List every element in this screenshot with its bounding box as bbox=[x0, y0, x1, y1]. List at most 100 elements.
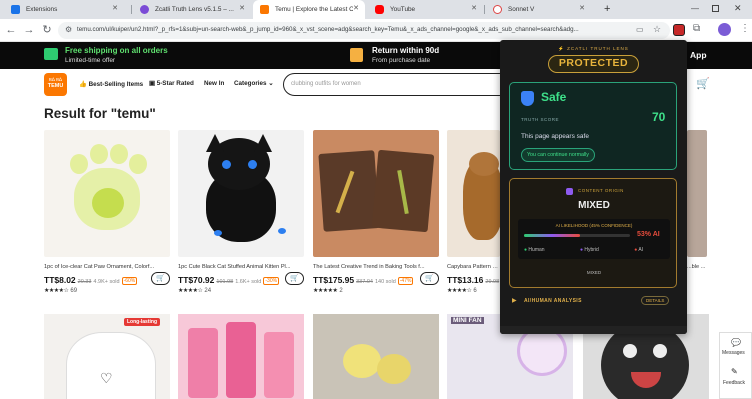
close-tab-icon[interactable]: ✕ bbox=[112, 4, 118, 12]
add-to-cart-button[interactable]: 🛒 bbox=[285, 272, 304, 285]
origin-value: MIXED bbox=[578, 200, 610, 211]
discount-badge: -47% bbox=[397, 276, 414, 285]
analysis-row[interactable]: ▶ AI/HUMAN ANALYSIS DETAILS bbox=[509, 292, 677, 310]
product-image[interactable] bbox=[178, 314, 304, 399]
new-tab-button[interactable]: + bbox=[604, 3, 610, 15]
rating: ★★★★☆ 69 bbox=[44, 288, 78, 294]
details-button[interactable]: DETAILS bbox=[641, 296, 670, 305]
safety-panel: Safe TRUTH SCORE 70 This page appears sa… bbox=[509, 82, 677, 170]
search-placeholder: clubbing outfits for women bbox=[291, 81, 361, 87]
tab-temu[interactable]: Temu | Explore the Latest Clothi... ✕ bbox=[253, 0, 365, 19]
truth-score-label: TRUTH SCORE bbox=[521, 117, 559, 122]
play-triangle-icon: ▶ bbox=[512, 298, 517, 304]
back-icon[interactable]: ← bbox=[4, 23, 18, 37]
extensions-puzzle-icon[interactable]: ⧉ bbox=[693, 23, 700, 34]
browser-toolbar: ← → ↻ ⚙ temu.com/ul/kuiper/un2.html?_p_r… bbox=[0, 19, 752, 42]
thumbs-up-icon: 👍 bbox=[79, 81, 87, 88]
product-image[interactable] bbox=[178, 130, 304, 257]
product-name[interactable]: 1pc of Ice-clear Cat Paw Ornament, Color… bbox=[44, 264, 170, 270]
ai-likelihood-label: AI LIKELIHOOD (45% CONFIDENCE) bbox=[555, 223, 633, 228]
nav-best-selling[interactable]: 👍 Best-Selling Items bbox=[79, 80, 143, 88]
product-name[interactable]: Capybara Pattern K... bbox=[447, 264, 500, 270]
ai-percent: 53% AI bbox=[637, 231, 660, 238]
tab-title: Sonnet V bbox=[508, 6, 535, 13]
feedback-icon[interactable]: ✎ bbox=[731, 367, 738, 376]
product-name[interactable]: ...ble ... bbox=[687, 264, 707, 270]
feedback-link[interactable]: Feedback bbox=[723, 380, 745, 386]
tab-sonnet[interactable]: Sonnet V ✕ bbox=[486, 0, 591, 19]
chat-bubble-icon[interactable]: 💬 bbox=[731, 338, 741, 347]
tab-title: Temu | Explore the Latest Clothi... bbox=[275, 6, 353, 13]
shield-icon bbox=[521, 91, 534, 106]
sonnet-icon bbox=[493, 5, 502, 14]
site-info-icon[interactable]: ⚙ bbox=[65, 25, 72, 34]
product-price: TT$8.02 20.33 4.9K+ sold -60% bbox=[44, 275, 138, 285]
ai-likelihood-box: AI LIKELIHOOD (45% CONFIDENCE) 53% AI ● … bbox=[518, 219, 670, 259]
free-shipping-sub: Limited-time offer bbox=[65, 57, 116, 64]
product-image[interactable] bbox=[313, 314, 439, 399]
close-tab-icon[interactable]: ✕ bbox=[471, 4, 477, 12]
nav-new-in[interactable]: New In bbox=[204, 80, 224, 87]
popup-footer bbox=[500, 326, 687, 334]
tab-title: Extensions bbox=[26, 6, 58, 13]
nav-five-star[interactable]: ▣ 5-Star Rated bbox=[149, 80, 194, 87]
product-name[interactable]: 1pc Cute Black Cat Stuffed Animal Kitten… bbox=[178, 264, 304, 270]
cart-icon[interactable]: 🛒 bbox=[696, 77, 710, 90]
url-text: temu.com/ul/kuiper/un2.html?_p_rfs=1&sub… bbox=[77, 26, 579, 33]
long-lasting-badge: Long-lasting bbox=[124, 318, 160, 326]
origin-icon bbox=[566, 188, 573, 195]
add-to-cart-button[interactable]: 🛒 bbox=[151, 272, 170, 285]
add-to-cart-button[interactable]: 🛒 bbox=[420, 272, 439, 285]
return-box-icon bbox=[350, 48, 363, 62]
forward-icon[interactable]: → bbox=[22, 23, 36, 37]
safety-status: Safe bbox=[541, 90, 567, 104]
product-card[interactable]: Capybara Pattern K... TT$13.16 29.98 ★★★★… bbox=[447, 130, 500, 300]
close-tab-icon[interactable]: ✕ bbox=[239, 4, 245, 12]
product-image[interactable] bbox=[313, 130, 439, 257]
heart-print-icon: ♡ bbox=[100, 370, 113, 386]
tab-youtube[interactable]: YouTube ✕ bbox=[368, 0, 483, 19]
rating: ★★★★★ 2 bbox=[313, 288, 343, 294]
product-image[interactable] bbox=[44, 130, 170, 257]
menu-kebab-icon[interactable]: ⋮ bbox=[740, 23, 750, 34]
puzzle-icon bbox=[11, 5, 20, 14]
address-bar[interactable]: ⚙ temu.com/ul/kuiper/un2.html?_p_rfs=1&s… bbox=[58, 22, 670, 39]
tab-title: YouTube bbox=[390, 6, 416, 13]
free-shipping-title: Free shipping on all orders bbox=[65, 46, 168, 55]
profile-avatar[interactable] bbox=[718, 23, 731, 36]
temu-logo[interactable]: ʀ∆ ʀ∆ TEMU bbox=[44, 73, 67, 96]
minimize-icon[interactable]: — bbox=[691, 4, 699, 13]
origin-verdict: MIXED bbox=[586, 270, 602, 275]
product-card[interactable]: ...ble ... bbox=[687, 130, 707, 300]
continue-button[interactable]: You can continue normally bbox=[521, 148, 595, 162]
product-image[interactable]: Long-lasting ♡ bbox=[44, 314, 170, 399]
origin-label: CONTENT ORIGIN bbox=[578, 188, 624, 193]
search-input[interactable]: clubbing outfits for women bbox=[283, 73, 516, 96]
maximize-icon[interactable] bbox=[712, 5, 719, 12]
product-image[interactable] bbox=[447, 130, 500, 257]
product-image[interactable] bbox=[687, 130, 707, 257]
discount-badge: -60% bbox=[121, 276, 138, 285]
discount-badge: -30% bbox=[263, 276, 280, 285]
star-badge-icon: ▣ bbox=[149, 80, 155, 87]
close-tab-icon[interactable]: ✕ bbox=[579, 4, 585, 12]
rating: ★★★★☆ 24 bbox=[178, 288, 212, 294]
chevron-down-icon: ⌄ bbox=[268, 80, 274, 87]
tab-truth-lens[interactable]: Zcatli Truth Lens v5.1.5 – ... ✕ bbox=[133, 0, 251, 19]
close-tab-icon[interactable]: ✕ bbox=[353, 4, 359, 12]
bookmark-star-icon[interactable]: ☆ bbox=[653, 24, 661, 35]
tab-extensions[interactable]: Extensions ✕ bbox=[4, 0, 124, 19]
close-window-icon[interactable]: ✕ bbox=[734, 3, 742, 14]
cast-icon[interactable]: ▭ bbox=[636, 25, 644, 34]
nav-label: Categories bbox=[234, 80, 267, 87]
product-name[interactable]: The Latest Creative Trend in Baking Tool… bbox=[313, 264, 439, 270]
truth-lens-extension-icon[interactable] bbox=[673, 24, 685, 36]
reload-icon[interactable]: ↻ bbox=[40, 23, 54, 37]
app-link[interactable]: App bbox=[690, 50, 707, 60]
messages-link[interactable]: Messages bbox=[722, 350, 745, 356]
analysis-label: AI/HUMAN ANALYSIS bbox=[524, 298, 582, 304]
truth-score-value: 70 bbox=[652, 110, 666, 124]
ai-likelihood-bar bbox=[524, 234, 581, 237]
nav-categories[interactable]: Categories ⌄ bbox=[234, 80, 274, 87]
origin-legend: ● Human ● Hybrid ● AI bbox=[524, 247, 644, 253]
